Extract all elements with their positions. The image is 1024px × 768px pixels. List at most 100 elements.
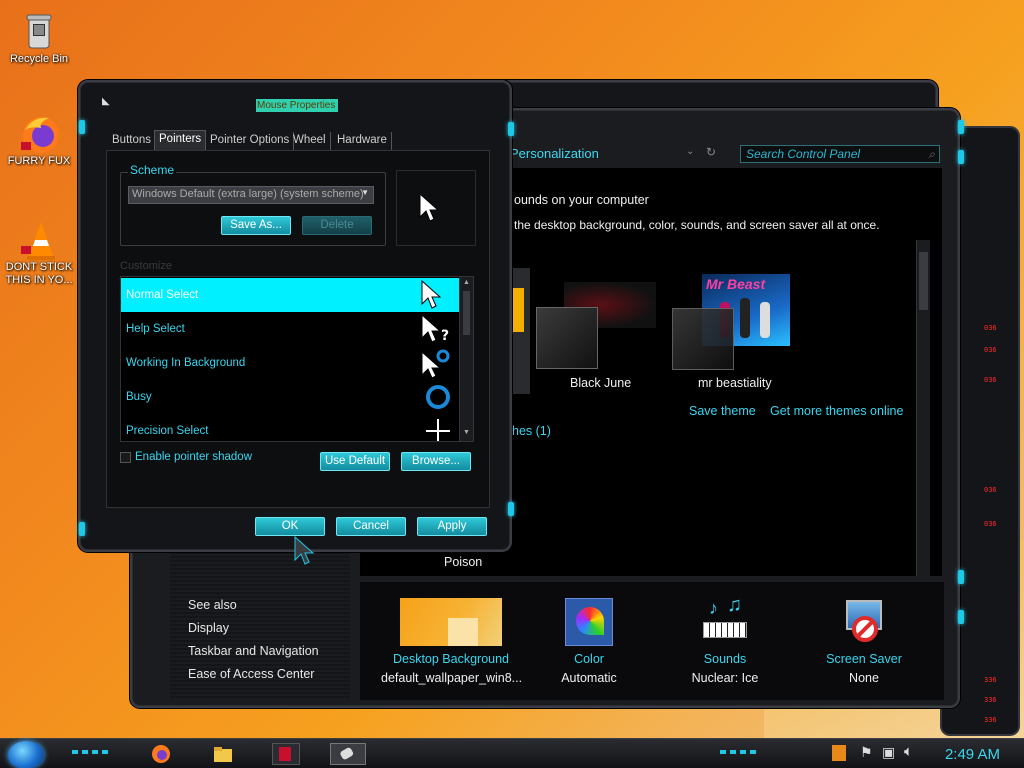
installed-themes-heading: hes (1) [512,424,551,438]
list-item[interactable]: Help Select ? [121,312,459,346]
see-also-title: See also [188,598,237,612]
taskbar-clock[interactable]: 2:49 AM [945,746,1000,763]
tray-monitor-icon[interactable]: ▣ [882,744,895,761]
list-item[interactable]: Working In Background [121,346,459,380]
apply-button[interactable]: Apply [417,517,487,536]
taskbar-app-icon[interactable] [272,743,300,765]
page-heading: ounds on your computer [514,193,649,207]
desktop-icon-recycle-bin[interactable]: Recycle Bin [0,10,78,65]
theme-black-june[interactable]: Black June [536,282,666,392]
themes-scrollbar[interactable] [916,240,930,576]
scroll-up-icon[interactable]: ▲ [463,279,470,286]
search-input[interactable]: Search Control Panel ⌕ [740,145,940,163]
ok-button[interactable]: OK [255,517,325,536]
taskbar-led-right [720,750,760,754]
mouse-pointer-icon [294,536,315,565]
see-also-ease-of-access-link[interactable]: Ease of Access Center [188,667,314,681]
address-bar[interactable]: Personalization ⌄ ↻ [510,145,730,164]
use-default-button[interactable]: Use Default [320,452,390,471]
sounds-item[interactable]: ♪ ♫ Sounds Nuclear: Ice [655,594,795,685]
taskbar-led-left [72,750,112,754]
tray-flag-icon[interactable]: ⚑ [860,744,873,761]
see-also-taskbar-link[interactable]: Taskbar and Navigation [188,644,319,658]
pointer-name: Busy [126,391,152,403]
svg-text:?: ? [441,328,449,344]
color-item[interactable]: Color Automatic [519,598,659,685]
pointer-shadow-checkbox[interactable] [120,452,131,463]
item-value: Automatic [561,671,617,685]
dropdown-arrow-icon: ▼ [361,188,369,197]
start-button[interactable] [8,741,44,768]
theme-name: Black June [570,376,632,390]
sounds-icon: ♪ ♫ [701,594,749,646]
list-item[interactable]: Normal Select [121,278,459,312]
tab-buttons[interactable]: Buttons [108,132,156,150]
cancel-button[interactable]: Cancel [336,517,406,536]
save-as-button[interactable]: Save As... [221,216,291,235]
delete-button[interactable]: Delete [302,216,372,235]
search-icon[interactable]: ⌕ [928,147,935,162]
pointer-name: Precision Select [126,425,209,437]
taskbar-mouse-icon[interactable] [330,743,366,765]
see-also-display-link[interactable]: Display [188,621,229,635]
item-value: default_wallpaper_win8... [381,671,523,685]
arrow-cursor-icon [421,280,441,309]
pointer-list-scrollbar[interactable]: ▲ ▼ [459,277,473,441]
tab-pointer-options[interactable]: Pointer Options [206,132,295,150]
taskbar-explorer-icon[interactable] [212,743,238,765]
crosshair-cursor-icon [426,419,450,441]
theme-mr-beastiality[interactable]: Mr Beast mr beastiality [672,274,812,392]
pointer-name: Working In Background [126,357,246,369]
page-description: the desktop background, color, sounds, a… [514,218,880,232]
item-label: Sounds [703,652,747,666]
desktop-background-icon [400,598,502,646]
tab-hardware[interactable]: Hardware [333,132,392,150]
tray-volume-icon[interactable]: 🔈︎ [904,743,913,760]
arrow-cursor-icon [419,193,439,222]
tray-network-icon[interactable] [832,745,846,761]
desktop-background-item[interactable]: Desktop Background default_wallpaper_win… [381,598,523,685]
item-label: Screen Saver [826,652,902,666]
refresh-icon[interactable]: ↻ [706,145,716,159]
color-icon [565,598,613,646]
theme-poison-label[interactable]: Poison [444,555,482,569]
tab-pointers[interactable]: Pointers [154,130,207,150]
list-item[interactable]: Busy [121,380,459,414]
scheme-select-value: Windows Default (extra large) (system sc… [132,188,364,200]
pointer-shadow-label: Enable pointer shadow [135,451,252,463]
get-more-themes-link[interactable]: Get more themes online [770,404,903,418]
pointer-name: Help Select [126,323,185,335]
theme-partial[interactable] [512,268,530,394]
pointer-preview [396,170,476,246]
desktop-icon-firefox[interactable]: FURRY FUX [0,112,78,167]
pointer-name: Normal Select [126,289,199,301]
breadcrumb: Personalization [510,146,599,161]
desktop-icon-label: DONT STICK THIS IN YO... [5,261,73,286]
taskbar-firefox-icon[interactable] [150,743,176,765]
chevron-down-icon[interactable]: ⌄ [686,146,694,157]
mouse-cursor-title-icon: ◣ [102,96,110,107]
item-label: Desktop Background [392,652,510,666]
browse-button[interactable]: Browse... [401,452,471,471]
theme-color-swatch [672,308,734,370]
search-placeholder: Search Control Panel [746,147,861,161]
save-theme-link[interactable]: Save theme [689,404,756,418]
item-value: None [849,671,879,685]
scheme-label: Scheme [128,163,177,177]
item-value: Nuclear: Ice [691,671,759,685]
desktop-icon-vlc[interactable]: DONT STICK THIS IN YO... [0,218,78,287]
vlc-icon [19,218,59,260]
pointer-list[interactable]: Normal Select Help Select ? Working In B… [120,276,474,442]
list-item[interactable]: Precision Select [121,414,459,441]
theme-thumb-text: Mr Beast [706,276,766,292]
busy-cursor-icon [426,385,450,409]
firefox-icon [19,112,59,153]
scheme-select[interactable]: Windows Default (extra large) (system sc… [128,186,374,204]
taskbar: ⚑ ▣ 🔈︎ 2:49 AM [0,738,1024,768]
scroll-down-icon[interactable]: ▼ [463,429,470,436]
theme-color-swatch [536,307,598,369]
screen-saver-item[interactable]: Screen Saver None [794,598,934,685]
item-label: Color [574,652,604,666]
tab-wheel[interactable]: Wheel [289,132,331,150]
working-cursor-icon [421,349,450,378]
